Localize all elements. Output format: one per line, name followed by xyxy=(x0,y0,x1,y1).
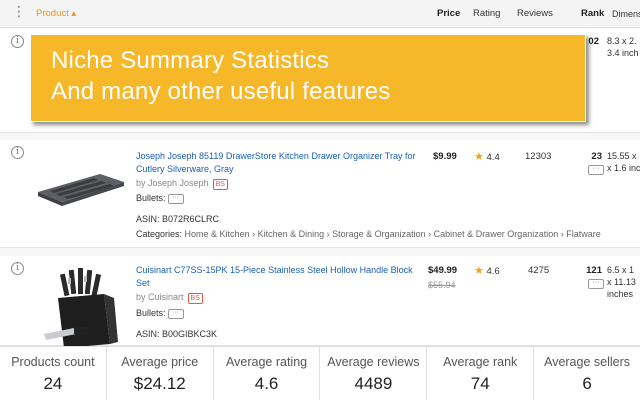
rank-more-icon[interactable]: ··· xyxy=(588,279,604,289)
stat-average-reviews: Average reviews 4489 xyxy=(320,347,428,400)
more-icon[interactable]: ··· xyxy=(167,308,184,319)
niche-products-screen: ⋮ Product ▴ Price Rating Reviews Rank Di… xyxy=(0,0,640,400)
price-value: $49.99 xyxy=(428,265,458,276)
reviews-value: 4275 xyxy=(528,265,550,276)
banner-headline: Niche Summary Statistics xyxy=(51,47,330,74)
stat-label: Average rank xyxy=(443,355,518,369)
dimensions-line: 15.55 x xyxy=(607,151,637,161)
product-title-link[interactable]: Joseph Joseph 85119 DrawerStore Kitchen … xyxy=(136,150,426,176)
stat-average-sellers: Average sellers 6 xyxy=(534,347,640,400)
rank-value: 23 xyxy=(591,151,602,162)
stat-value: $24.12 xyxy=(133,374,186,393)
categories: Categories: Home & Kitchen › Kitchen & D… xyxy=(136,229,601,239)
stat-value: 4489 xyxy=(354,374,393,393)
brand-byline: by Cuisinart BS xyxy=(136,292,203,304)
dimensions-value: 8.3 x 2. 3.4 inch xyxy=(607,35,640,59)
stat-value: 74 xyxy=(470,374,490,393)
rating-value: 4.6 xyxy=(486,266,500,277)
stat-average-price: Average price $24.12 xyxy=(107,347,214,400)
star-icon: ★ xyxy=(474,151,484,163)
stat-label: Average price xyxy=(121,355,199,369)
column-header-dimensions[interactable]: Dimens xyxy=(612,8,640,20)
column-header-reviews[interactable]: Reviews xyxy=(517,8,553,19)
rating-value: 4.4 xyxy=(486,152,500,163)
column-header-rating[interactable]: Rating xyxy=(473,8,500,19)
bullets-label: Bullets: xyxy=(136,193,166,203)
column-header-product[interactable]: Product ▴ xyxy=(36,8,76,19)
vertical-dots-icon[interactable]: ⋮ xyxy=(12,4,26,18)
info-icon[interactable]: i xyxy=(11,146,24,159)
categories-path[interactable]: Home & Kitchen › Kitchen & Dining › Stor… xyxy=(185,229,601,239)
original-price: $55.94 xyxy=(428,280,456,290)
stat-label: Products count xyxy=(11,355,95,369)
brand-text[interactable]: by Cuisinart xyxy=(136,292,184,302)
dimensions-value: 15.55 x x 1.6 inc xyxy=(607,150,640,174)
star-icon: ★ xyxy=(474,265,484,277)
stat-products-count: Products count 24 xyxy=(0,347,107,400)
bestseller-badge: BS xyxy=(187,293,203,304)
categories-label: Categories: xyxy=(136,229,183,239)
drawer-organizer-image[interactable] xyxy=(34,170,126,206)
info-icon[interactable]: i xyxy=(11,35,24,48)
bullets: Bullets: ··· xyxy=(136,308,184,319)
asin: ASIN: B072R6CLRC xyxy=(136,214,220,224)
stat-value: 4.6 xyxy=(254,374,279,393)
table-header: ⋮ Product ▴ Price Rating Reviews Rank Di… xyxy=(0,0,640,28)
stat-label: Average sellers xyxy=(544,355,631,369)
stat-average-rank: Average rank 74 xyxy=(427,347,535,400)
bullets: Bullets: ··· xyxy=(136,193,184,204)
dimensions-line: x 1.6 inc xyxy=(607,163,640,173)
rating: ★ 4.4 xyxy=(474,150,500,163)
niche-summary-statistics: Products count 24 Average price $24.12 A… xyxy=(0,346,640,400)
brand-byline: by Joseph Joseph BS xyxy=(136,178,228,190)
info-icon[interactable]: i xyxy=(11,262,24,275)
dimensions-line: x 11.13 xyxy=(607,277,636,287)
table-row: i Joseph Joseph 85119 DrawerStore Kitche… xyxy=(0,140,640,248)
asin: ASIN: B00GIBKC3K xyxy=(136,329,218,339)
stat-label: Average reviews xyxy=(327,355,420,369)
bullets-label: Bullets: xyxy=(136,308,166,318)
dimensions-value: 6.5 x 1 x 11.13 inches xyxy=(607,264,640,300)
stat-value: 6 xyxy=(582,374,592,393)
dimensions-line: 6.5 x 1 xyxy=(607,265,635,275)
feature-banner: Niche Summary Statistics And many other … xyxy=(30,34,586,122)
price-value: $9.99 xyxy=(433,151,457,162)
brand-text[interactable]: by Joseph Joseph xyxy=(136,178,209,188)
column-header-rank[interactable]: Rank xyxy=(581,8,604,19)
knife-block-image[interactable] xyxy=(44,264,124,348)
dimensions-line: 8.3 x 2. xyxy=(607,36,637,46)
dimensions-line: inches xyxy=(607,289,634,299)
banner-subline: And many other useful features xyxy=(51,78,391,105)
reviews-value: 12303 xyxy=(525,151,552,162)
stat-label: Average rating xyxy=(226,355,308,369)
more-icon[interactable]: ··· xyxy=(167,193,184,204)
table-row: i Cuisinart C77SS-15PK 15-Piece Stainles… xyxy=(0,256,640,348)
rating: ★ 4.6 xyxy=(474,264,500,277)
product-title-link[interactable]: Cuisinart C77SS-15PK 15-Piece Stainless … xyxy=(136,264,426,290)
rank-more-icon[interactable]: ··· xyxy=(588,165,604,175)
bestseller-badge: BS xyxy=(212,179,228,190)
rank-value: 121 xyxy=(586,265,602,276)
column-header-price[interactable]: Price xyxy=(437,8,460,19)
stat-average-rating: Average rating 4.6 xyxy=(214,347,321,400)
dimensions-line: 3.4 inch xyxy=(607,48,639,58)
stat-value: 24 xyxy=(43,374,63,393)
